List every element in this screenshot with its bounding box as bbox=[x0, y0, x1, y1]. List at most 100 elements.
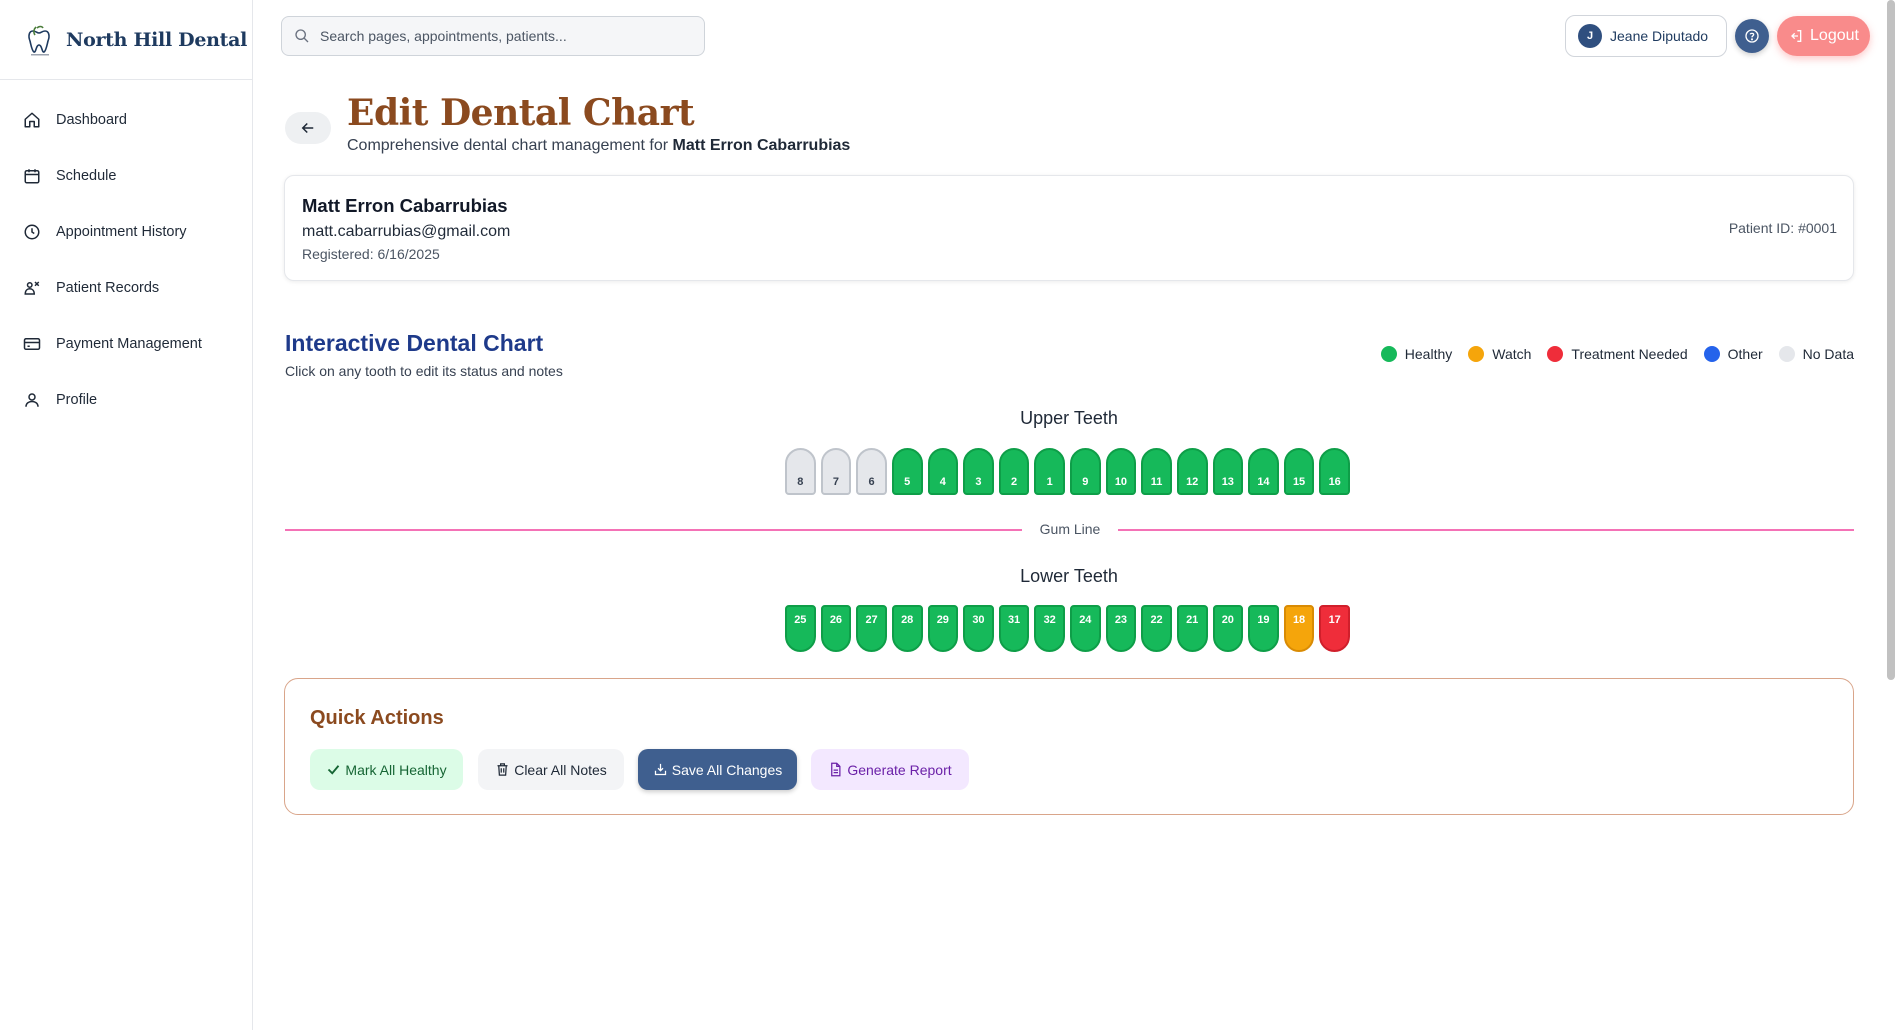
credit-card-icon bbox=[22, 334, 42, 354]
clock-icon bbox=[22, 222, 42, 242]
legend-label: Treatment Needed bbox=[1571, 346, 1688, 362]
tooth-5[interactable]: 5 bbox=[891, 448, 923, 495]
tooth-6[interactable]: 6 bbox=[856, 448, 887, 495]
legend-label: Healthy bbox=[1404, 346, 1453, 362]
quick-actions-title: Quick Actions bbox=[310, 707, 444, 729]
legend-item-healthy: Healthy bbox=[1380, 346, 1453, 362]
tooth-16[interactable]: 16 bbox=[1319, 448, 1350, 495]
tooth-4[interactable]: 4 bbox=[927, 448, 959, 495]
brand-name: North Hill Dental bbox=[66, 28, 248, 51]
tooth-21[interactable]: 21 bbox=[1176, 605, 1208, 652]
button-label: Mark All Healthy bbox=[345, 761, 447, 778]
legend-item-treatment: Treatment Needed bbox=[1547, 346, 1688, 362]
tooth-30[interactable]: 30 bbox=[963, 605, 994, 652]
tooth-32[interactable]: 32 bbox=[1034, 605, 1065, 652]
tooth-number: 24 bbox=[1079, 614, 1092, 626]
tooth-11[interactable]: 11 bbox=[1141, 448, 1172, 495]
tooth-20[interactable]: 20 bbox=[1212, 605, 1244, 652]
search-icon bbox=[294, 28, 310, 44]
home-icon bbox=[22, 110, 42, 130]
sidebar-item-label: Dashboard bbox=[56, 112, 127, 128]
legend-label: Watch bbox=[1492, 346, 1532, 362]
tooth-12[interactable]: 12 bbox=[1176, 448, 1208, 495]
tooth-9[interactable]: 9 bbox=[1070, 448, 1101, 495]
tooth-17[interactable]: 17 bbox=[1319, 605, 1350, 652]
tooth-number: 26 bbox=[829, 614, 843, 626]
search-bar[interactable] bbox=[281, 16, 705, 56]
legend-dot bbox=[1468, 346, 1485, 362]
user-name: Jeane Diputado bbox=[1610, 28, 1709, 44]
tooth-18[interactable]: 18 bbox=[1283, 605, 1315, 652]
help-button[interactable] bbox=[1735, 19, 1769, 53]
lower-teeth-label: Lower Teeth bbox=[1020, 566, 1118, 586]
tooth-22[interactable]: 22 bbox=[1141, 605, 1172, 652]
sidebar-item-label: Payment Management bbox=[56, 336, 202, 352]
sidebar-item-profile[interactable]: Profile bbox=[0, 372, 252, 428]
tooth-15[interactable]: 15 bbox=[1283, 448, 1315, 495]
legend-label: No Data bbox=[1802, 346, 1854, 362]
save-all-changes-button[interactable]: Save All Changes bbox=[638, 749, 797, 790]
tooth-number: 10 bbox=[1114, 476, 1128, 488]
tooth-number: 5 bbox=[904, 476, 911, 488]
user-menu[interactable]: J Jeane Diputado bbox=[1565, 15, 1727, 57]
legend-item-other: Other bbox=[1703, 346, 1763, 362]
tooth-13[interactable]: 13 bbox=[1212, 448, 1244, 495]
gum-line bbox=[1118, 529, 1854, 531]
trash-icon bbox=[495, 762, 510, 777]
tooth-number: 9 bbox=[1082, 476, 1089, 488]
sidebar-item-schedule[interactable]: Schedule bbox=[0, 148, 252, 204]
gum-line bbox=[285, 529, 1022, 531]
tooth-1[interactable]: 1 bbox=[1034, 448, 1065, 495]
chart-subtitle: Click on any tooth to edit its status an… bbox=[285, 363, 563, 379]
button-label: Generate Report bbox=[847, 761, 952, 778]
sidebar-item-payment-management[interactable]: Payment Management bbox=[0, 316, 252, 372]
legend-item-no-data: No Data bbox=[1778, 346, 1854, 362]
tooth-25[interactable]: 25 bbox=[785, 605, 816, 652]
quick-actions-card: Quick Actions Mark All Healthy Clear All… bbox=[284, 678, 1854, 815]
sidebar-item-appointment-history[interactable]: Appointment History bbox=[0, 204, 252, 260]
legend-label: Other bbox=[1727, 346, 1763, 362]
tooth-10[interactable]: 10 bbox=[1105, 448, 1137, 495]
tooth-19[interactable]: 19 bbox=[1248, 605, 1279, 652]
tooth-number: 30 bbox=[972, 614, 985, 626]
brand[interactable]: North Hill Dental bbox=[0, 0, 252, 80]
tooth-24[interactable]: 24 bbox=[1070, 605, 1101, 652]
check-icon bbox=[326, 762, 341, 777]
tooth-number: 14 bbox=[1257, 476, 1270, 488]
tooth-28[interactable]: 28 bbox=[891, 605, 923, 652]
tooth-27[interactable]: 27 bbox=[856, 605, 887, 652]
patient-id: Patient ID: #0001 bbox=[1728, 220, 1837, 236]
tooth-23[interactable]: 23 bbox=[1105, 605, 1137, 652]
clear-all-notes-button[interactable]: Clear All Notes bbox=[478, 749, 624, 790]
tooth-number: 3 bbox=[975, 476, 982, 488]
tooth-14[interactable]: 14 bbox=[1248, 448, 1279, 495]
lower-teeth-row: 25 26 27 28 29 30 31 32 24 23 22 21 20 19 18 17 bbox=[785, 605, 1355, 652]
search-input[interactable] bbox=[320, 28, 680, 44]
tooth-2[interactable]: 2 bbox=[998, 448, 1030, 495]
tooth-8[interactable]: 8 bbox=[785, 448, 816, 495]
tooth-3[interactable]: 3 bbox=[963, 448, 994, 495]
sidebar-item-dashboard[interactable]: Dashboard bbox=[0, 92, 252, 148]
tooth-number: 13 bbox=[1221, 476, 1234, 488]
tooth-26[interactable]: 26 bbox=[820, 605, 852, 652]
logout-button[interactable]: Logout bbox=[1777, 16, 1870, 56]
sidebar-nav: Dashboard Schedule Appointment History P… bbox=[0, 80, 252, 428]
tooth-number: 31 bbox=[1007, 614, 1021, 626]
tooth-7[interactable]: 7 bbox=[820, 448, 852, 495]
tooth-number: 29 bbox=[936, 614, 949, 626]
upper-teeth-label: Upper Teeth bbox=[1020, 408, 1118, 428]
sidebar: North Hill Dental Dashboard Schedule App… bbox=[0, 0, 253, 1030]
tooth-number: 32 bbox=[1043, 614, 1056, 626]
tooth-number: 21 bbox=[1186, 614, 1199, 626]
tooth-number: 28 bbox=[901, 614, 914, 626]
tooth-31[interactable]: 31 bbox=[998, 605, 1030, 652]
calendar-icon bbox=[22, 166, 42, 186]
chart-legend: Healthy Watch Treatment Needed Other No … bbox=[1365, 346, 1854, 362]
scrollbar[interactable] bbox=[1887, 0, 1895, 680]
sidebar-item-label: Profile bbox=[56, 392, 98, 408]
back-button[interactable] bbox=[285, 112, 331, 144]
sidebar-item-patient-records[interactable]: Patient Records bbox=[0, 260, 252, 316]
generate-report-button[interactable]: Generate Report bbox=[811, 749, 969, 790]
mark-all-healthy-button[interactable]: Mark All Healthy bbox=[310, 749, 463, 790]
tooth-29[interactable]: 29 bbox=[927, 605, 959, 652]
